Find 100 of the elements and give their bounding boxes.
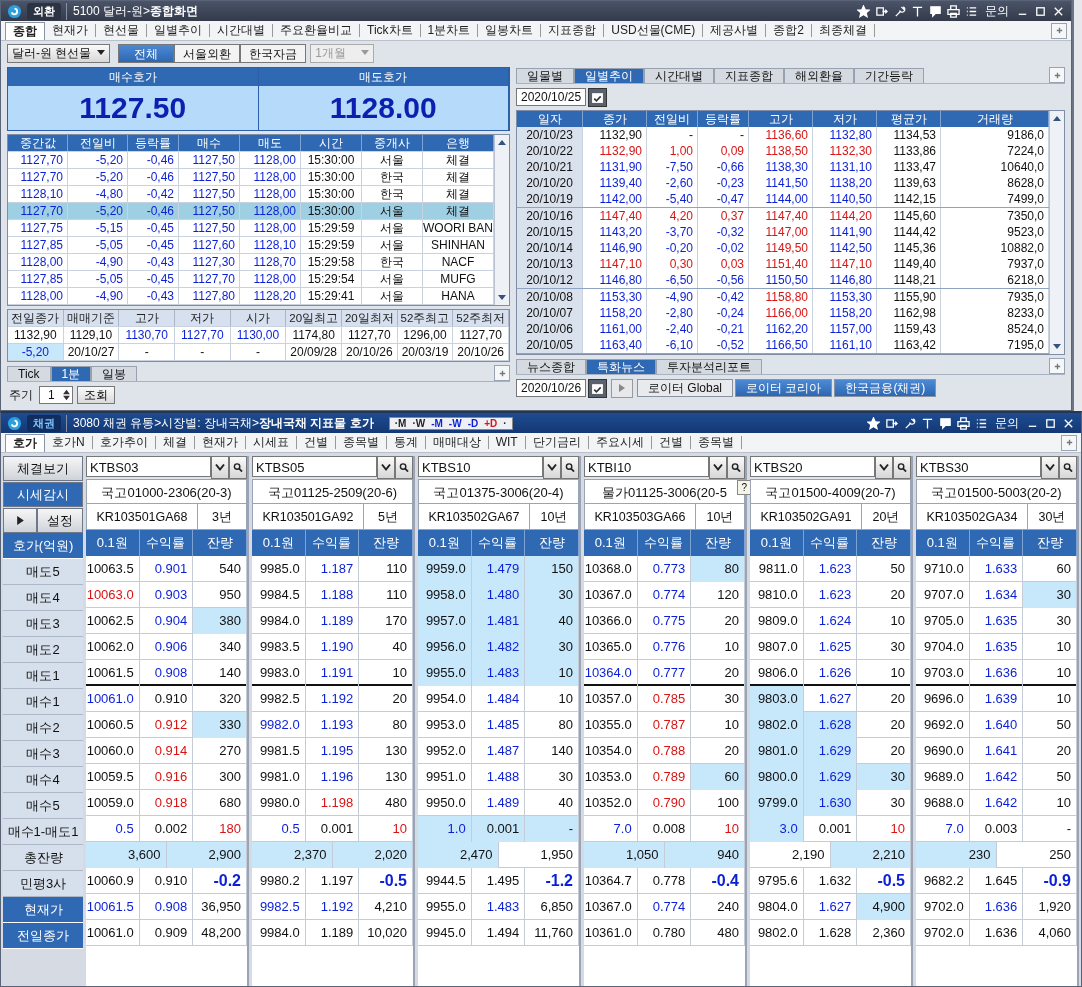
source-toggle[interactable]: 한국자금 <box>240 43 307 63</box>
code-field[interactable]: KTBS30 <box>916 456 1041 477</box>
code-field[interactable]: KTBI10 <box>584 456 709 477</box>
maximize-icon[interactable] <box>1034 4 1047 18</box>
period-shortcut-button[interactable]: ·M <box>391 417 410 429</box>
tab[interactable]: 일별추이 <box>574 67 644 83</box>
tab[interactable]: 호가추이 <box>92 436 156 449</box>
search-button[interactable] <box>727 456 745 479</box>
table-row[interactable]: 1127,85 -5,05 -0,45 1127,70 1128,00 15:29:54 서울 MUFG <box>8 271 494 288</box>
search-button[interactable] <box>229 456 247 479</box>
tab[interactable]: 기간등락 <box>854 67 924 83</box>
table-row[interactable]: 1127,70 -5,20 -0,46 1127,50 1128,00 15:30:00 한국 체결 <box>8 169 494 186</box>
list-icon[interactable] <box>975 416 988 430</box>
tab[interactable]: 현선물 <box>96 24 147 37</box>
inquiry-link[interactable]: 문의 <box>993 414 1021 432</box>
table-row[interactable]: 1127,85 -5,05 -0,45 1127,60 1128,10 15:29:59 서울 SHINHAN <box>8 237 494 254</box>
news-source-tab[interactable]: 로이터 코리아 <box>735 379 833 397</box>
tab[interactable]: 시간대별 <box>644 67 714 83</box>
calendar-button[interactable] <box>588 87 607 107</box>
printer-icon[interactable] <box>957 416 970 430</box>
trades-view-button[interactable]: 체결보기 <box>3 456 83 481</box>
tab[interactable]: 지표종합 <box>541 24 605 37</box>
tab[interactable]: 투자분석리포트 <box>656 358 762 374</box>
help-icon[interactable] <box>929 4 942 18</box>
tab[interactable]: 종목별 <box>335 436 387 449</box>
scroll-up-icon[interactable] <box>498 140 506 145</box>
list-icon[interactable] <box>965 4 978 18</box>
date-field[interactable]: 2020/10/26 <box>516 379 586 397</box>
tab[interactable]: USD선물(CME) <box>604 24 704 37</box>
dropdown-button[interactable] <box>875 456 893 479</box>
calendar-button[interactable] <box>588 378 607 398</box>
tab[interactable]: 해외환율 <box>784 67 854 83</box>
table-row[interactable]: 1127,75 -5,15 -0,45 1127,50 1128,00 15:29:59 서울 WOORI BAN <box>8 220 494 237</box>
tab[interactable]: 일봉 <box>91 365 138 381</box>
dropdown-button[interactable] <box>1041 456 1059 479</box>
tab[interactable]: 종합 <box>5 21 45 40</box>
tab[interactable]: 일봉차트 <box>478 24 542 37</box>
table-row[interactable]: 1127,70 -5,20 -0,46 1127,50 1128,00 15:30:00 서울 체결 <box>8 203 494 220</box>
scrollbar[interactable] <box>494 135 509 305</box>
date-field[interactable]: 2020/10/25 <box>516 88 586 106</box>
period-shortcut-button[interactable]: · <box>500 417 510 429</box>
add-button[interactable] <box>1049 67 1065 83</box>
news-source-tab[interactable]: 한국금융(채권) <box>834 379 937 397</box>
tab[interactable]: 일별추이 <box>147 24 210 37</box>
search-button[interactable] <box>561 456 579 479</box>
source-toggle[interactable]: 전체 <box>118 43 175 63</box>
period-shortcut-button[interactable]: -W <box>445 417 465 429</box>
code-field[interactable]: KTBS03 <box>86 456 211 477</box>
tab[interactable]: 체결 <box>155 436 195 449</box>
table-row[interactable]: 1127,70 -5,20 -0,46 1127,50 1128,00 15:30:00 서울 체결 <box>8 152 494 169</box>
add-button[interactable] <box>1051 22 1067 39</box>
scroll-up-icon[interactable] <box>1053 116 1061 121</box>
period-shortcut-button[interactable]: -D <box>464 417 482 429</box>
tab[interactable]: 주요시세 <box>588 436 652 449</box>
export-icon[interactable] <box>875 4 888 18</box>
code-field[interactable]: KTBS05 <box>252 456 377 477</box>
tab[interactable]: 통계 <box>386 436 426 449</box>
tab[interactable]: 1분차트 <box>420 24 479 37</box>
period-shortcut-button[interactable]: ·W <box>409 417 429 429</box>
tab[interactable]: WIT <box>488 436 526 449</box>
tab[interactable]: 지표종합 <box>714 67 784 83</box>
tab[interactable]: 1분 <box>50 365 92 381</box>
code-field[interactable]: KTBS20 <box>750 456 875 477</box>
tab[interactable]: 건별 <box>651 436 691 449</box>
star-icon[interactable] <box>857 4 870 18</box>
settings-button[interactable]: 설정 <box>37 508 83 533</box>
tab[interactable]: 현재가 <box>45 24 96 37</box>
source-toggle[interactable]: 서울외환 <box>174 43 241 63</box>
period-spinner[interactable]: 1 <box>39 386 73 404</box>
table-row[interactable]: 1128,00 -4,90 -0,43 1127,80 1128,20 15:29:41 서울 HANA <box>8 288 494 305</box>
search-button[interactable] <box>1059 456 1077 479</box>
tab[interactable]: 호가 <box>5 433 45 452</box>
tab[interactable]: 시간대별 <box>210 24 273 37</box>
add-button[interactable] <box>1049 358 1065 374</box>
wrench-icon[interactable] <box>903 416 916 430</box>
text-icon[interactable] <box>911 4 924 18</box>
tab[interactable]: 현재가 <box>194 436 246 449</box>
dropdown-button[interactable] <box>709 456 727 479</box>
tab[interactable]: 특화뉴스 <box>586 358 656 374</box>
tab[interactable]: 뉴스종합 <box>516 358 586 374</box>
inquiry-link[interactable]: 문의 <box>983 2 1011 20</box>
tab[interactable]: 건별 <box>296 436 336 449</box>
search-button[interactable] <box>893 456 911 479</box>
news-source-tab[interactable]: 로이터 Global <box>637 379 734 397</box>
tab[interactable]: 종합2 <box>766 24 812 37</box>
tab[interactable]: 일물별 <box>516 67 574 83</box>
export-icon[interactable] <box>885 416 898 430</box>
search-button[interactable] <box>395 456 413 479</box>
dropdown-button[interactable] <box>543 456 561 479</box>
tab[interactable]: 종목별 <box>690 436 742 449</box>
tab[interactable]: Tick <box>7 365 51 381</box>
add-button[interactable] <box>494 365 510 381</box>
play-button[interactable] <box>3 508 37 533</box>
printer-icon[interactable] <box>947 4 960 18</box>
tab[interactable]: 시세표 <box>245 436 297 449</box>
maximize-icon[interactable] <box>1044 416 1057 430</box>
tab[interactable]: 최종체결 <box>811 24 875 37</box>
period-shortcut-button[interactable]: -M <box>428 417 446 429</box>
tab[interactable]: 제공사별 <box>703 24 767 37</box>
star-icon[interactable] <box>867 416 880 430</box>
